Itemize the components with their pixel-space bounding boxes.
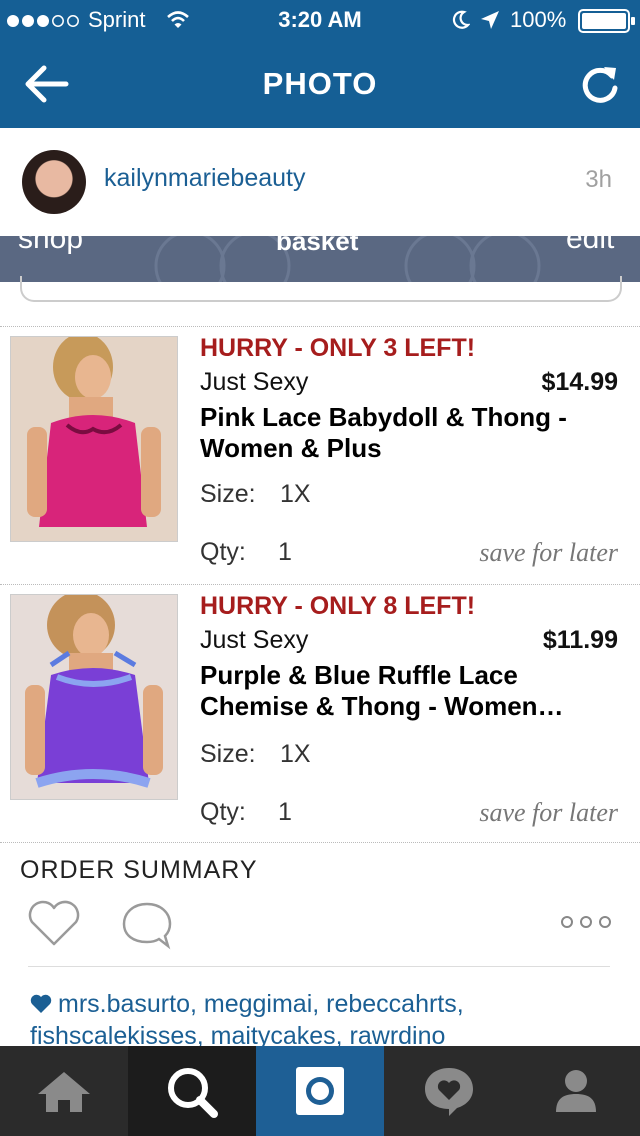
page-title: PHOTO [262, 66, 378, 101]
save-for-later-link[interactable]: save for later [479, 798, 618, 828]
product-name-line1: Purple & Blue Ruffle Lace [200, 660, 518, 690]
stock-alert: HURRY - ONLY 8 LEFT! [200, 592, 476, 620]
search-field[interactable] [20, 276, 622, 302]
stock-alert: HURRY - ONLY 3 LEFT! [200, 334, 476, 362]
product-name[interactable]: Purple & Blue Ruffle Lace Chemise & Thon… [200, 660, 610, 722]
tab-bar [0, 1046, 640, 1136]
product-photo [11, 337, 177, 541]
comment-icon[interactable] [120, 900, 174, 950]
product-photo [11, 595, 177, 799]
size-value: 1X [280, 480, 311, 508]
divider [0, 842, 640, 843]
product-brand: Just Sexy [200, 626, 309, 654]
tab-profile[interactable] [512, 1046, 640, 1136]
tab-home[interactable] [0, 1046, 128, 1136]
order-summary-heading: ORDER SUMMARY [20, 856, 258, 880]
product-name-line1: Pink Lace Babydoll & Thong - [200, 402, 567, 432]
avatar[interactable] [22, 150, 86, 214]
product-price: $11.99 [542, 626, 618, 654]
size-label: Size: [200, 480, 256, 508]
product-brand: Just Sexy [200, 368, 309, 396]
product-image[interactable] [10, 594, 178, 800]
divider [0, 326, 640, 327]
likers-line1[interactable]: mrs.basurto, meggimai, rebeccahrts, [58, 990, 464, 1018]
divider [28, 966, 610, 967]
tab-search[interactable] [128, 1046, 256, 1136]
size-value: 1X [280, 740, 311, 768]
post-actions [0, 880, 640, 970]
post-image[interactable]: shop basket edit HURRY - ONLY 3 LEFT! Ju… [0, 236, 640, 880]
location-icon [481, 11, 499, 29]
nav-bar: PHOTO [0, 40, 640, 128]
tab-activity[interactable] [384, 1046, 512, 1136]
heart-icon[interactable] [26, 900, 82, 948]
search-icon [168, 1068, 218, 1118]
qty-label: Qty: [200, 538, 246, 566]
product-price: $14.99 [541, 368, 618, 396]
header: Sprint 3:20 AM 100% PHOTO [0, 0, 640, 128]
shop-tab[interactable]: shop [18, 236, 83, 256]
post-header: kailynmariebeauty 3h [0, 128, 640, 236]
save-for-later-link[interactable]: save for later [479, 538, 618, 568]
product-name[interactable]: Pink Lace Babydoll & Thong - Women & Plu… [200, 402, 610, 464]
divider [0, 584, 640, 585]
likes-line: mrs.basurto, meggimai, rebeccahrts, [30, 988, 620, 1020]
refresh-icon[interactable] [580, 64, 620, 106]
username-link[interactable]: kailynmariebeauty [104, 164, 306, 193]
activity-icon [425, 1068, 473, 1116]
qty-value: 1 [278, 538, 292, 566]
post-time: 3h [585, 166, 612, 193]
camera-icon [296, 1067, 344, 1115]
qty-value: 1 [278, 798, 292, 826]
qty-label: Qty: [200, 798, 246, 826]
likes-list: mrs.basurto, meggimai, rebeccahrts, fish… [30, 988, 620, 1052]
size-label: Size: [200, 740, 256, 768]
product-image[interactable] [10, 336, 178, 542]
tab-camera[interactable] [256, 1046, 384, 1136]
basket-tab[interactable]: basket [276, 236, 358, 257]
home-icon [38, 1072, 90, 1112]
product-name-line2: Women & Plus [200, 433, 382, 463]
edit-tab[interactable]: edit [566, 236, 614, 256]
battery-percent: 100% [510, 7, 567, 32]
more-icon[interactable] [560, 914, 612, 930]
profile-icon [556, 1070, 596, 1112]
moon-icon [452, 10, 470, 29]
status-bar: Sprint 3:20 AM 100% [0, 0, 640, 40]
like-heart-icon [30, 994, 52, 1013]
battery-icon [578, 9, 635, 33]
product-name-line2: Chemise & Thong - Women… [200, 691, 564, 721]
